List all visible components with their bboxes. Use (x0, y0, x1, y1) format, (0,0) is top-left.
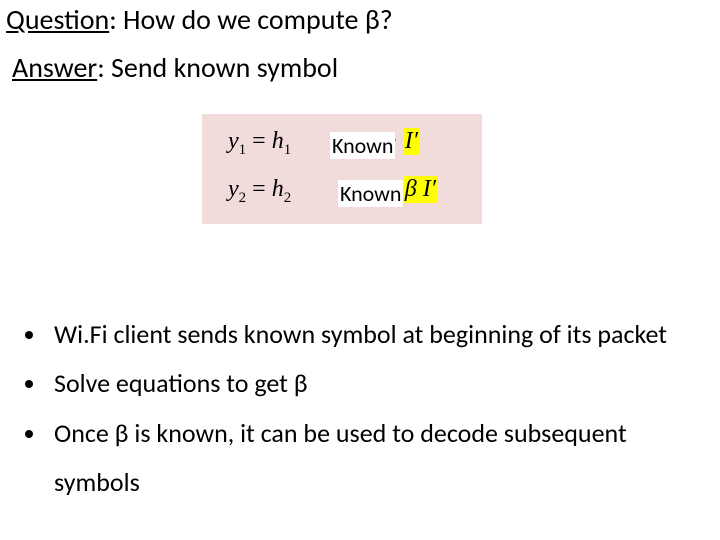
answer-line: Answer: Send known symbol (12, 50, 338, 85)
question-line: Question: How do we compute β? (6, 2, 393, 37)
slide: Question: How do we compute β? Answer: S… (0, 0, 720, 540)
eq2-hsub: 2 (284, 190, 292, 206)
eq2-interference-hl: β I′ (403, 176, 438, 203)
list-item: Wi.Fi client sends known symbol at begin… (48, 310, 698, 359)
list-item: Solve equations to get β (48, 359, 698, 408)
eq2-y: y (228, 176, 239, 202)
known-label-2: Known (338, 180, 403, 207)
eq1-hsub: 1 (284, 142, 292, 158)
eq2-eq: = (252, 176, 272, 202)
eq1-ysub: 1 (239, 142, 247, 158)
eq1-interference-hl: I′ (403, 128, 420, 155)
answer-text: : Send known symbol (97, 50, 338, 85)
eq2-h: h (272, 176, 284, 202)
equation-box: y1 = h1 + I′ y2 = h2 + β I′ Known Known (202, 114, 482, 224)
eq1-y: y (228, 128, 239, 154)
equation-row-2: y2 = h2 + β I′ (228, 176, 438, 207)
question-label: Question (6, 2, 109, 37)
eq2-ysub: 2 (239, 190, 247, 206)
eq1-eq: = (252, 128, 272, 154)
bullet-list: Wi.Fi client sends known symbol at begin… (18, 310, 698, 508)
question-text: : How do we compute β? (109, 2, 392, 37)
answer-label: Answer (12, 50, 97, 85)
known-label-1: Known (330, 132, 395, 159)
eq1-h: h (272, 128, 284, 154)
list-item: Once β is known, it can be used to decod… (48, 409, 698, 508)
